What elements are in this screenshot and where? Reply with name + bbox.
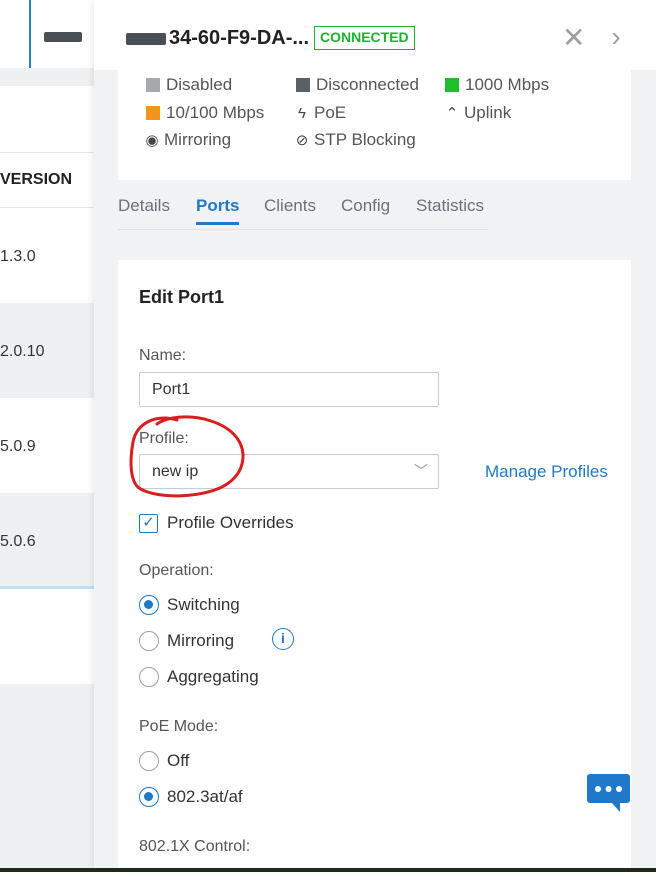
blocked-icon: ⊘ [295,132,309,149]
profile-overrides-row[interactable]: ✓ Profile Overrides [139,513,294,533]
poe-802-3at-af-option[interactable]: 802.3at/af [139,787,243,807]
switch-device-icon [126,33,166,45]
red-annotation-circle [129,415,245,498]
legend-poe: ϟ PoE [294,103,346,123]
edit-port-title: Edit Port1 [139,287,225,307]
legend-swatch [445,78,459,92]
device-detail-drawer: 34-60-F9-DA-... CONNECTED ✕ › Disabled D… [94,0,656,868]
table-row[interactable]: 1.3.0 [0,208,94,303]
legend-uplink: ⌃ Uplink [445,103,512,122]
poe-mode-label: PoE Mode: [139,718,219,735]
manage-profiles-link[interactable]: Manage Profiles [485,462,608,482]
version-column-header: VERSION [0,171,73,188]
status-badge: CONNECTED [314,26,415,50]
legend-mirroring: ◉ Mirroring [145,130,232,149]
dot1x-control-label: 802.1X Control: [139,838,251,855]
edit-port-card: Edit Port1 Name: Port1 Profile: new ip ﹀… [118,260,631,868]
radio-button[interactable] [139,631,159,651]
device-title: 34-60-F9-DA-... [169,27,310,49]
operation-mirroring-option[interactable]: Mirroring [139,631,234,651]
operation-label: Operation: [139,562,214,579]
close-icon[interactable]: ✕ [562,24,585,52]
legend-stp-blocking: ⊘ STP Blocking [295,130,416,149]
profile-overrides-checkbox[interactable]: ✓ [139,513,158,533]
tab-statistics[interactable]: Statistics [416,196,484,222]
chat-icon[interactable] [586,772,631,814]
legend-swatch [296,78,310,92]
version-cell: 5.0.6 [0,533,36,550]
radio-button[interactable] [139,751,159,771]
drawer-header: 34-60-F9-DA-... CONNECTED ✕ › [94,0,656,70]
port-name-input[interactable]: Port1 [139,372,439,407]
eye-icon: ◉ [145,132,159,149]
port-legend: Disabled Disconnected 1000 Mbps 10/100 M… [118,70,631,180]
poe-off-option[interactable]: Off [139,751,189,771]
version-cell: 1.3.0 [0,248,36,265]
operation-switching-option[interactable]: Switching [139,595,240,615]
tab-clients[interactable]: Clients [264,196,316,222]
bottom-edge [0,868,656,872]
switch-device-icon [44,32,82,42]
table-row[interactable]: 5.0.6 [0,493,94,588]
radio-button[interactable] [139,667,159,687]
operation-aggregating-option[interactable]: Aggregating [139,667,259,687]
version-cell: 2.0.10 [0,343,45,360]
table-row[interactable]: 5.0.9 [0,398,94,493]
caret-up-icon: ⌃ [445,105,459,122]
legend-1000mbps: 1000 Mbps [445,75,549,95]
tab-config[interactable]: Config [341,196,390,222]
tab-details[interactable]: Details [118,196,170,222]
profile-overrides-label: Profile Overrides [167,513,294,532]
info-icon[interactable]: i [272,628,294,650]
version-cell: 5.0.9 [0,438,36,455]
name-label: Name: [139,347,187,364]
tab-ports[interactable]: Ports [196,196,240,225]
bolt-icon: ϟ [298,104,306,122]
table-scroll-indicator [0,586,94,589]
tabs-divider [118,229,488,230]
chevron-down-icon: ﹀ [414,463,428,479]
legend-swatch [146,106,160,120]
radio-button[interactable] [139,787,159,807]
background-active-indicator [29,0,31,68]
chevron-right-icon[interactable]: › [604,23,628,51]
legend-swatch [146,78,160,92]
radio-button[interactable] [139,595,159,615]
legend-disabled: Disabled [146,75,232,95]
legend-disconnected: Disconnected [296,75,419,95]
legend-10-100mbps: 10/100 Mbps [146,103,264,123]
table-row[interactable]: 2.0.10 [0,303,94,398]
